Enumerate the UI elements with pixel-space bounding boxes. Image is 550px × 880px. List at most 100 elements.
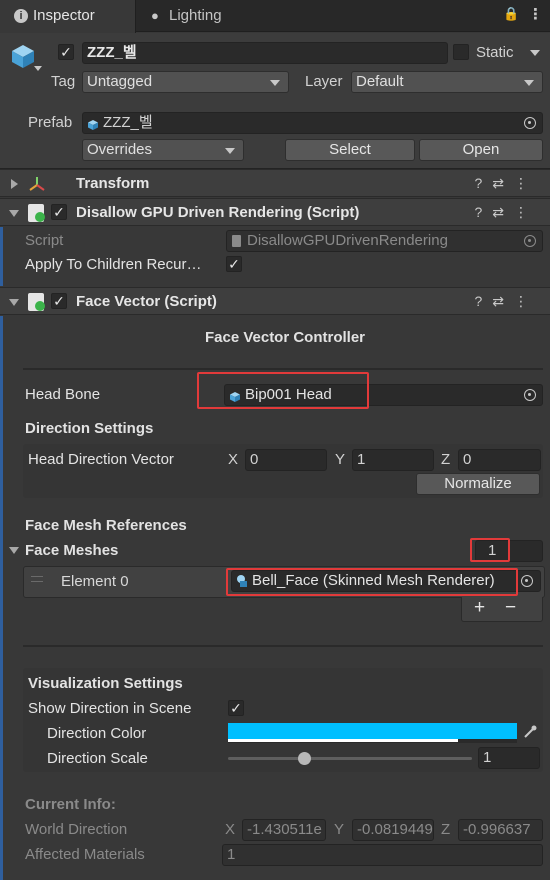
icon-dropdown-arrow[interactable] xyxy=(34,66,42,71)
script-value: DisallowGPUDrivenRendering xyxy=(247,232,448,249)
more-menu-icon[interactable]: ⋮ xyxy=(528,5,543,23)
collapse-arrow-icon[interactable] xyxy=(9,210,19,217)
direction-scale-field[interactable]: 1 xyxy=(478,747,540,769)
vector-y-label: Y xyxy=(335,451,346,468)
tag-value: Untagged xyxy=(87,73,153,90)
open-button[interactable]: Open xyxy=(419,139,543,161)
layer-label: Layer xyxy=(305,73,343,90)
controller-title: Face Vector Controller xyxy=(204,329,366,346)
script-label: Script xyxy=(25,232,64,249)
tab-inspector-label: Inspector xyxy=(33,7,95,24)
highlight-box-head-bone xyxy=(197,372,369,409)
separator xyxy=(23,368,543,370)
apply-children-label: Apply To Children Recur… xyxy=(25,256,202,273)
show-direction-checkbox[interactable]: ✓ xyxy=(228,700,244,716)
direction-scale-slider-track[interactable] xyxy=(228,757,472,760)
vector-x-field[interactable]: 0 xyxy=(245,449,327,471)
face-vector-header[interactable]: ✓ Face Vector (Script) ?⇄⋮ xyxy=(0,287,550,315)
alpha-bar xyxy=(228,739,458,742)
face-meshes-fold-icon[interactable] xyxy=(9,547,19,554)
world-y-field: -0.0819449 xyxy=(352,819,434,841)
active-checkbox[interactable]: ✓ xyxy=(58,44,74,60)
overrides-dropdown[interactable]: Overrides xyxy=(82,139,244,161)
vector-z-label: Z xyxy=(441,451,451,468)
tab-inspector[interactable]: i Inspector xyxy=(0,0,136,33)
disallow-body-bar xyxy=(0,227,3,286)
chevron-down-icon xyxy=(524,80,534,86)
highlight-box-count xyxy=(470,538,510,562)
transform-header[interactable]: Transform ?⇄⋮ xyxy=(0,169,550,197)
vector-z-field[interactable]: 0 xyxy=(458,449,541,471)
face-vector-enabled-checkbox[interactable]: ✓ xyxy=(51,293,67,309)
direction-color-label: Direction Color xyxy=(47,725,147,742)
script-field: DisallowGPUDrivenRendering xyxy=(226,230,543,252)
head-bone-label: Head Bone xyxy=(25,386,101,403)
layer-dropdown[interactable]: Default xyxy=(351,71,543,93)
separator xyxy=(23,645,543,647)
object-picker-icon[interactable] xyxy=(524,389,536,401)
apply-children-checkbox[interactable]: ✓ xyxy=(226,256,242,272)
lock-icon[interactable]: 🔒 xyxy=(503,6,519,22)
world-z-label: Z xyxy=(441,821,451,838)
face-meshes-label: Face Meshes xyxy=(25,542,119,559)
component-header-icons[interactable]: ?⇄⋮ xyxy=(474,175,538,192)
disallow-enabled-checkbox[interactable]: ✓ xyxy=(51,204,67,220)
color-fill xyxy=(228,723,517,739)
info-icon: i xyxy=(14,9,28,23)
vector-y-field[interactable]: 1 xyxy=(352,449,434,471)
mesh-refs-title: Face Mesh References xyxy=(25,517,187,534)
tag-dropdown[interactable]: Untagged xyxy=(82,71,289,93)
world-x-label: X xyxy=(225,821,236,838)
face-vector-body-bar xyxy=(0,316,3,880)
affected-materials-field: 1 xyxy=(222,844,543,866)
direction-settings-title: Direction Settings xyxy=(25,420,154,437)
script-icon xyxy=(28,204,45,222)
world-z-field: -0.996637 xyxy=(458,819,543,841)
object-name-field[interactable]: ZZZ_벨 xyxy=(82,42,448,64)
tag-label: Tag xyxy=(51,73,76,90)
affected-materials-label: Affected Materials xyxy=(25,846,145,863)
highlight-box-element0 xyxy=(226,568,518,596)
direction-scale-slider-thumb[interactable] xyxy=(298,752,311,765)
normalize-button[interactable]: Normalize xyxy=(416,473,540,495)
eyedropper-icon[interactable] xyxy=(522,724,538,740)
drag-handle-icon[interactable] xyxy=(31,576,43,582)
prefab-cube-icon xyxy=(87,117,99,130)
disallow-header[interactable]: ✓ Disallow GPU Driven Rendering (Script)… xyxy=(0,198,550,226)
vector-x-label: X xyxy=(228,451,239,468)
prefab-field[interactable]: ZZZ_벨 xyxy=(82,112,543,134)
world-direction-label: World Direction xyxy=(25,821,128,838)
current-info-title: Current Info: xyxy=(25,796,116,813)
cube-icon xyxy=(10,43,36,69)
world-y-label: Y xyxy=(334,821,345,838)
object-picker-icon[interactable] xyxy=(524,117,536,129)
expand-arrow-icon[interactable] xyxy=(11,179,18,189)
script-icon xyxy=(28,293,45,311)
add-element-button[interactable]: + xyxy=(474,597,485,619)
chevron-down-icon xyxy=(225,148,235,154)
static-checkbox[interactable] xyxy=(453,44,469,60)
direction-color-swatch[interactable] xyxy=(228,723,517,743)
element0-label: Element 0 xyxy=(61,573,129,590)
list-footer: + − xyxy=(461,597,543,622)
overrides-label: Overrides xyxy=(87,141,153,158)
static-dropdown-icon[interactable] xyxy=(530,50,540,56)
component-header-icons[interactable]: ?⇄⋮ xyxy=(474,293,538,310)
remove-element-button[interactable]: − xyxy=(505,597,516,619)
show-direction-label: Show Direction in Scene xyxy=(28,700,192,717)
prefab-value: ZZZ_벨 xyxy=(103,114,153,131)
prefab-label: Prefab xyxy=(28,114,73,131)
tab-lighting[interactable]: ● Lighting xyxy=(148,0,268,32)
head-direction-label: Head Direction Vector xyxy=(28,451,174,468)
static-label: Static xyxy=(476,44,514,61)
transform-title: Transform xyxy=(76,175,150,192)
component-header-icons[interactable]: ?⇄⋮ xyxy=(474,204,538,221)
collapse-arrow-icon[interactable] xyxy=(9,299,19,306)
vis-settings-title: Visualization Settings xyxy=(28,675,183,692)
object-picker-icon[interactable] xyxy=(521,575,533,587)
direction-scale-label: Direction Scale xyxy=(47,750,148,767)
select-button[interactable]: Select xyxy=(285,139,415,161)
chevron-down-icon xyxy=(270,80,280,86)
transform-icon xyxy=(28,175,46,193)
world-x-field: -1.430511e xyxy=(242,819,326,841)
